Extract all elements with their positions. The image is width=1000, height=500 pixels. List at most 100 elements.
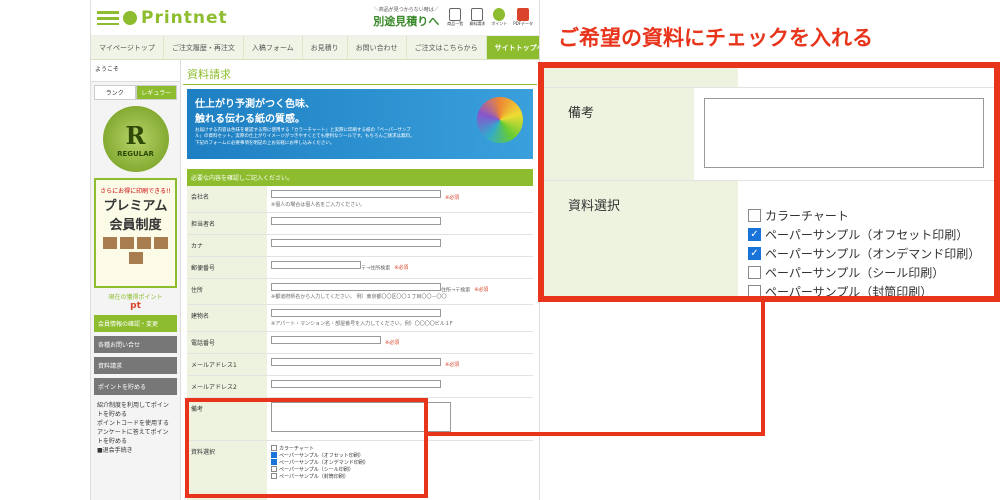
- form-row-zip: 郵便番号 〒→住所検索 ※必須: [187, 256, 533, 279]
- tab-rank[interactable]: ランク: [94, 85, 136, 100]
- estimate-link[interactable]: ＼商品が見つからない時は／ 別途見積りへ: [373, 6, 439, 29]
- badge-letter: R: [125, 120, 146, 150]
- connector-line: [761, 302, 765, 436]
- pdf-icon-link[interactable]: PDFデータ: [513, 8, 533, 27]
- required-mark: ※必須: [474, 287, 489, 293]
- header: Printnet ＼商品が見つからない時は／ 別途見積りへ 商品一覧 資料請求 …: [91, 0, 539, 36]
- form-row-company: 会社名 ※必須 ※個人の場合は個人名をご入力ください。: [187, 186, 533, 213]
- estimate-small-text: ＼商品が見つからない時は／: [373, 7, 439, 13]
- zoomed-callout: 備考 資料選択 カラーチャート ✓ ペーパーサンプル（オフセット印刷） ✓ ペーパー…: [538, 62, 1000, 302]
- nav-contact[interactable]: お問い合わせ: [348, 36, 407, 59]
- field-label: 住所: [187, 278, 267, 304]
- hero-banner: 仕上がり予測がつく色味、 触れる伝わる紙の質感。 お届けする内容は色味を確認する…: [187, 89, 533, 159]
- inquiry-button[interactable]: 各種お問い合せ: [94, 336, 177, 353]
- banner-line1: 仕上がり予測がつく色味、: [195, 99, 315, 110]
- material-options: カラーチャート ✓ ペーパーサンプル（オフセット印刷） ✓ ペーパーサンプル（オンデ…: [738, 181, 994, 299]
- document-icon-link[interactable]: 資料請求: [469, 8, 485, 27]
- logo[interactable]: Printnet: [97, 8, 228, 28]
- gem-icons: [96, 237, 175, 264]
- field-label: 建物名: [187, 305, 267, 331]
- withdraw-link[interactable]: ■退会手続き: [97, 446, 174, 455]
- field-label: 担当者名: [187, 212, 267, 234]
- zoom-select-row: 資料選択 カラーチャート ✓ ペーパーサンプル（オフセット印刷） ✓ ペーパーサンプ…: [544, 181, 994, 299]
- rank-badge: R REGULAR: [102, 106, 169, 172]
- option-seal-sample[interactable]: ペーパーサンプル（シール印刷）: [748, 264, 984, 281]
- pdf-icon-label: PDFデータ: [513, 21, 533, 26]
- nav-estimate[interactable]: お見積り: [303, 36, 348, 59]
- option-label: カラーチャート: [765, 209, 849, 223]
- contact-name-input[interactable]: [271, 216, 441, 225]
- list-icon-label: 商品一覧: [447, 21, 464, 26]
- kana-input[interactable]: [271, 238, 441, 247]
- zip-input[interactable]: [271, 260, 361, 269]
- field-label: 会社名: [187, 186, 267, 212]
- premium-banner[interactable]: さらにお得に印刷できる!! プレミアム 会員制度: [94, 178, 177, 288]
- option-offset-sample[interactable]: ✓ ペーパーサンプル（オフセット印刷）: [748, 226, 984, 243]
- welcome-text: ようこそ: [91, 60, 180, 82]
- color-chart-icon: [477, 97, 523, 143]
- logo-text: Printnet: [141, 7, 228, 28]
- checkbox[interactable]: [748, 209, 761, 222]
- building-input[interactable]: [271, 309, 441, 317]
- list-icon: [449, 8, 462, 21]
- nav-site-top[interactable]: サイトトップへ: [486, 36, 539, 59]
- point-icon-label: ポイント: [491, 21, 508, 26]
- option-label: ペーパーサンプル（オンデマンド印刷）: [765, 247, 981, 261]
- page-title: 資料請求: [183, 62, 537, 85]
- pdf-icon: [517, 8, 530, 21]
- zoom-top-row: [544, 68, 994, 88]
- option-label: ペーパーサンプル（封筒印刷）: [765, 285, 933, 299]
- field-label: 郵便番号: [187, 256, 267, 278]
- company-input[interactable]: [271, 190, 441, 198]
- material-request-button[interactable]: 資料請求: [94, 357, 177, 374]
- option-label: ペーパーサンプル（オフセット印刷）: [765, 228, 969, 242]
- nav-mypage-top[interactable]: マイページトップ: [91, 36, 164, 59]
- checkbox[interactable]: ✓: [748, 247, 761, 260]
- point-header: ポイントを貯める: [94, 378, 177, 395]
- tab-regular[interactable]: レギュラー: [135, 85, 177, 100]
- estimate-big-text: 別途見積りへ: [373, 15, 440, 28]
- address-input[interactable]: [271, 282, 441, 291]
- field-note: ※個人の場合は個人名をご入力ください。: [271, 201, 366, 208]
- option-ondemand-sample[interactable]: ✓ ペーパーサンプル（オンデマンド印刷）: [748, 245, 984, 262]
- point-item-referral[interactable]: 紹介制度を利用してポイントを貯める: [97, 401, 174, 419]
- logo-lines-icon: [97, 10, 119, 25]
- checkbox[interactable]: [748, 285, 761, 296]
- badge-label: REGULAR: [117, 149, 154, 158]
- highlight-box-small: [185, 398, 428, 498]
- member-info-button[interactable]: 会員情報の確認・変更: [94, 315, 177, 332]
- form-row-email1: メールアドレス1 ※必須: [187, 353, 533, 376]
- nav-order-here[interactable]: ご注文はこちらから: [407, 36, 487, 59]
- email1-input[interactable]: [271, 357, 441, 366]
- list-icon-link[interactable]: 商品一覧: [447, 8, 463, 27]
- required-mark: ※必須: [394, 265, 409, 271]
- email2-input[interactable]: [271, 379, 441, 388]
- form-row-kana: カナ: [187, 234, 533, 257]
- premium-line2: 会員制度: [109, 218, 162, 233]
- point-item-code[interactable]: ポイントコードを使用する: [97, 419, 174, 428]
- nav-upload-form[interactable]: 入稿フォーム: [244, 36, 303, 59]
- points-label[interactable]: 現在の獲得ポイント: [91, 292, 180, 301]
- form-row-contact-name: 担当者名: [187, 212, 533, 235]
- form-row-email2: メールアドレス2: [187, 375, 533, 398]
- required-mark: ※必須: [445, 362, 460, 368]
- logo-mark-icon: [123, 10, 137, 25]
- nav-order-history[interactable]: ご注文履歴・再注文: [164, 36, 244, 59]
- zip-search-button[interactable]: 〒→住所検索: [361, 265, 390, 271]
- option-color-chart[interactable]: カラーチャート: [748, 207, 984, 224]
- option-envelope-sample[interactable]: ペーパーサンプル（封筒印刷）: [748, 283, 984, 299]
- remarks-label: 備考: [544, 88, 694, 180]
- checkbox[interactable]: ✓: [748, 228, 761, 241]
- point-item-survey[interactable]: アンケートに答えてポイントを貯める: [97, 428, 174, 446]
- field-note: ※アパート・マンション名・部屋番号を入力してください。例）〇〇〇〇ビル１F: [271, 320, 453, 327]
- form-row-phone: 電話番号 ※必須: [187, 331, 533, 354]
- checkbox[interactable]: [748, 266, 761, 279]
- document-icon: [471, 8, 484, 21]
- point-icon-link[interactable]: ポイント: [491, 8, 507, 27]
- remarks-textarea[interactable]: [704, 98, 984, 168]
- phone-input[interactable]: [271, 335, 381, 344]
- required-mark: ※必須: [445, 194, 460, 201]
- banner-text: お届けする内容は色味を確認する際に使用する「カラーチャート」と実際に印刷する紙の…: [195, 128, 415, 146]
- field-label: メールアドレス1: [187, 353, 267, 375]
- point-icon: [493, 8, 506, 21]
